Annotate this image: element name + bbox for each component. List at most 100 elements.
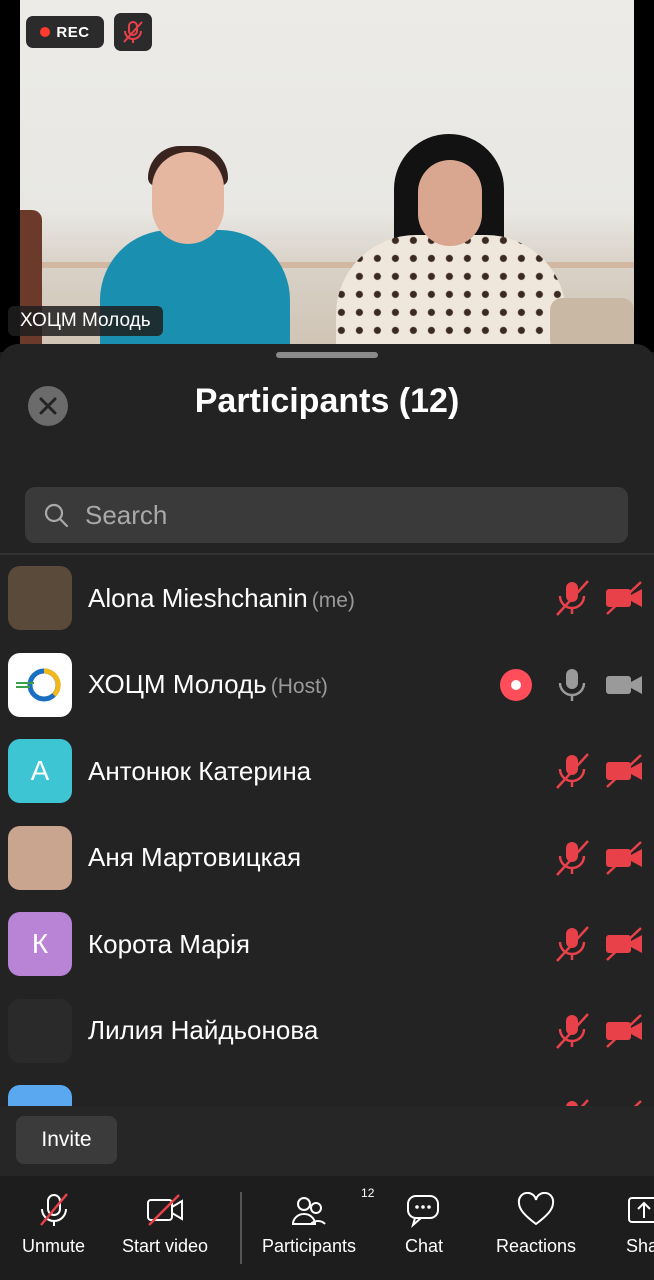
organization-logo-icon xyxy=(16,668,61,702)
participant-name-text: Антонюк Катерина xyxy=(88,755,312,786)
person-2-body xyxy=(336,235,566,352)
participant-role-tag: (me) xyxy=(311,588,355,612)
invite-bar: Invite xyxy=(0,1106,654,1176)
person-1-head xyxy=(152,152,224,244)
drag-handle[interactable] xyxy=(276,352,378,358)
participant-row[interactable]: Лилия Найдьонова xyxy=(0,988,654,1075)
participant-name: Антонюк Катерина xyxy=(88,756,311,787)
participant-name: Аня Мартовицкая xyxy=(88,842,301,873)
avatar xyxy=(8,1085,72,1106)
unmute-label: Unmute xyxy=(22,1236,86,1256)
video-area[interactable]: REC ХОЦМ Молодь xyxy=(0,0,654,352)
search-input[interactable] xyxy=(85,499,565,531)
participant-row[interactable] xyxy=(0,1074,654,1106)
avatar xyxy=(8,652,72,717)
recording-icon xyxy=(500,668,532,701)
mic-off-icon xyxy=(123,21,143,43)
avatar xyxy=(8,566,72,631)
participant-mic-status xyxy=(552,924,592,964)
start-video-button[interactable]: Start video xyxy=(122,1190,208,1257)
video-off-icon xyxy=(606,840,642,875)
panel-title: Participants (12) xyxy=(194,382,460,420)
participant-list: Alona Mieshchanin (me) ХОЦМ Молодь (Host) А А… xyxy=(0,555,654,1106)
mic-off-icon xyxy=(556,1012,589,1049)
share-icon xyxy=(628,1197,654,1223)
unmute-button[interactable]: Unmute xyxy=(22,1190,85,1257)
participant-status-icons xyxy=(500,665,644,705)
avatar xyxy=(8,825,72,890)
video-off-icon xyxy=(147,1194,184,1226)
participant-name: ХОЦМ Молодь (Host) xyxy=(88,669,328,700)
video-off-icon xyxy=(606,1013,642,1048)
video-icon xyxy=(606,675,642,694)
share-label: Share xyxy=(626,1236,654,1256)
mic-off-icon xyxy=(566,1099,589,1106)
participant-mic-status xyxy=(552,1011,592,1051)
participant-status-icons xyxy=(552,838,644,878)
participant-mic-status xyxy=(552,838,592,878)
participant-name-text: ХОЦМ Молодь xyxy=(88,669,267,700)
participant-video-status xyxy=(604,1011,644,1051)
chat-icon xyxy=(407,1195,440,1228)
participant-name: Alona Mieshchanin (me) xyxy=(88,583,355,614)
mic-off-icon xyxy=(39,1193,68,1226)
start-video-label: Start video xyxy=(122,1236,209,1256)
chat-button[interactable]: Chat xyxy=(405,1190,443,1257)
mic-off-icon xyxy=(556,839,589,876)
reactions-button[interactable]: Reactions xyxy=(496,1190,576,1257)
meeting-toolbar: Unmute Start video 12 Participants Chat … xyxy=(0,1176,654,1280)
participant-status-icons xyxy=(552,1011,644,1051)
participant-mic-status xyxy=(552,751,592,791)
participant-video-status xyxy=(604,924,644,964)
video-off-icon xyxy=(606,754,642,789)
mic-off-icon xyxy=(556,580,589,617)
active-speaker-video xyxy=(20,0,634,352)
record-dot-icon xyxy=(40,27,51,37)
participant-name: Корота Марія xyxy=(88,929,250,960)
participant-status-icons xyxy=(552,1097,644,1106)
participant-status-icons xyxy=(552,751,644,791)
participant-role-tag: (Host) xyxy=(270,675,328,699)
chat-label: Chat xyxy=(405,1236,444,1256)
participant-status-icons xyxy=(552,924,644,964)
video-off-icon xyxy=(606,581,642,616)
speaker-name-tag: ХОЦМ Молодь xyxy=(8,306,163,336)
avatar-initial: К xyxy=(31,928,49,960)
participants-count: 12 xyxy=(361,1186,375,1200)
participants-panel: Participants (12) Alona Mieshchanin(me) Х… xyxy=(0,344,654,1106)
invite-button[interactable]: Invite xyxy=(16,1116,117,1164)
search-bar[interactable] xyxy=(25,487,628,543)
avatar: К xyxy=(8,912,72,977)
muted-mic-badge xyxy=(114,13,152,51)
participants-button[interactable]: 12 Participants xyxy=(262,1186,374,1257)
search-icon xyxy=(44,503,69,528)
participant-name-text: Корота Марія xyxy=(88,928,250,959)
heart-icon xyxy=(517,1192,555,1226)
mic-off-icon xyxy=(556,926,589,963)
participant-row[interactable]: ХОЦМ Молодь (Host) xyxy=(0,642,654,729)
reactions-label: Reactions xyxy=(496,1236,577,1256)
participant-row[interactable]: Alona Mieshchanin (me) xyxy=(0,555,654,642)
avatar: А xyxy=(8,739,72,804)
mic-icon xyxy=(558,668,586,701)
avatar-initial: А xyxy=(30,755,50,787)
avatar xyxy=(8,998,72,1063)
participant-video-status xyxy=(604,838,644,878)
participant-name: Лилия Найдьонова xyxy=(88,1015,318,1046)
participant-row[interactable]: Аня Мартовицкая xyxy=(0,815,654,902)
recording-badge[interactable]: REC xyxy=(26,16,104,48)
participant-name-text: Лилия Найдьонова xyxy=(88,1015,319,1046)
video-off-icon xyxy=(634,1100,642,1106)
participant-name-text: Alona Mieshchanin xyxy=(88,582,308,613)
person-2-head xyxy=(418,160,482,246)
participant-row[interactable]: А Антонюк Катерина xyxy=(0,728,654,815)
rec-label: REC xyxy=(56,23,90,41)
participants-icon xyxy=(292,1197,326,1225)
toolbar-separator xyxy=(240,1192,242,1264)
participant-video-status xyxy=(604,665,644,705)
share-button[interactable]: Share xyxy=(626,1190,654,1257)
participant-name-text: Аня Мартовицкая xyxy=(88,842,302,873)
participant-mic-status xyxy=(552,1097,592,1106)
participant-video-status xyxy=(604,751,644,791)
participant-row[interactable]: К Корота Марія xyxy=(0,901,654,988)
